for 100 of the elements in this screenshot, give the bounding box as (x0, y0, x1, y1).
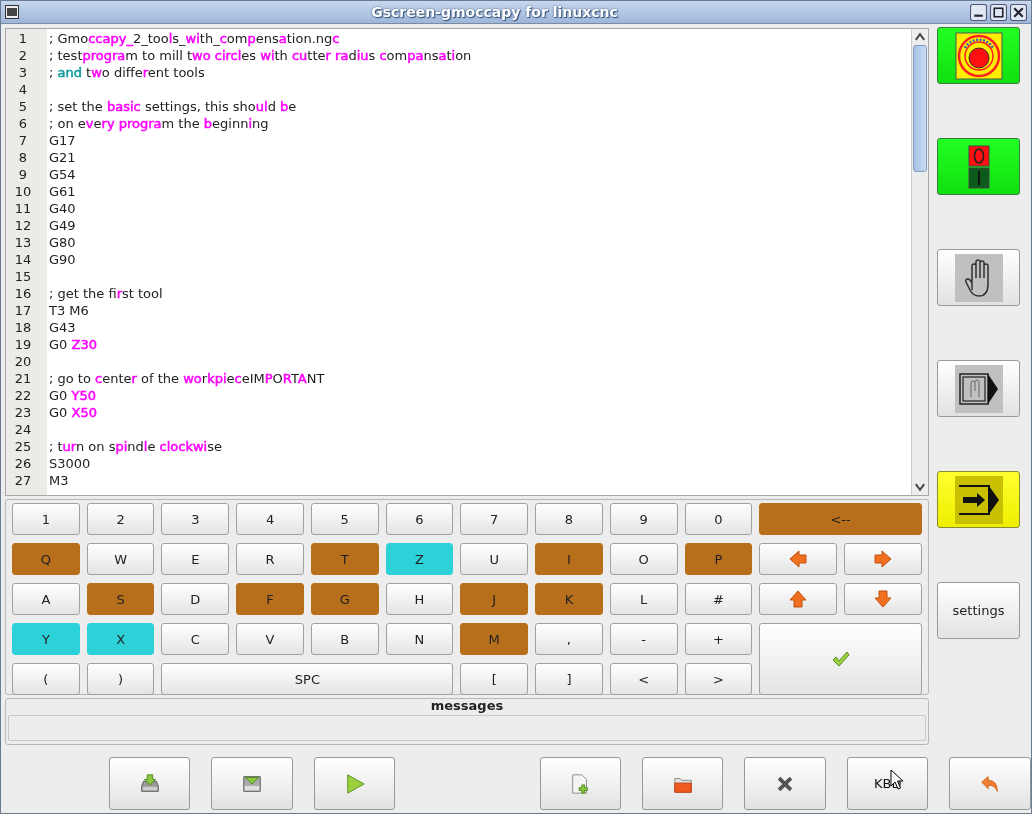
line-number: 6 (17, 116, 29, 131)
power-button[interactable] (937, 138, 1020, 195)
key-button[interactable]: P (684, 543, 753, 575)
key-button[interactable]: ) (86, 663, 155, 695)
window-title: Gscreen-gmoccapy for linuxcnc (370, 4, 619, 20)
key-button[interactable]: C (161, 623, 230, 655)
close-icon[interactable] (1010, 3, 1027, 21)
run-button[interactable] (313, 757, 396, 810)
key-button[interactable]: A (12, 583, 80, 615)
arrow-into-door-icon (954, 475, 1003, 524)
key-button[interactable]: F (236, 583, 304, 615)
key-button[interactable]: N (385, 623, 454, 655)
key-button[interactable]: 3 (161, 503, 230, 535)
key-button[interactable]: B (310, 623, 379, 655)
enter-key[interactable] (759, 623, 922, 695)
key-button[interactable]: S (86, 583, 155, 615)
scrollbar-thumb[interactable] (913, 45, 927, 172)
key-button[interactable]: 4 (236, 503, 304, 535)
new-file-button[interactable] (539, 757, 621, 810)
key-button[interactable]: D (161, 583, 230, 615)
key-button[interactable]: X (86, 623, 155, 655)
key-button[interactable]: ] (535, 663, 603, 695)
mdi-mode-button[interactable] (937, 360, 1020, 417)
key-button[interactable]: 9 (609, 503, 678, 535)
key-button[interactable]: < (609, 663, 678, 695)
key-button[interactable]: R (236, 543, 304, 575)
key-button[interactable]: E (161, 543, 230, 575)
code-line: ; go to center of the workpieceIMPORTANT (48, 371, 325, 386)
key-button[interactable]: H (385, 583, 454, 615)
key-button[interactable]: M (460, 623, 529, 655)
key-button[interactable]: K (535, 583, 603, 615)
line-number: 11 (13, 201, 33, 216)
code-line: G21 (48, 150, 76, 165)
line-number: 4 (17, 82, 29, 97)
key-button[interactable]: ( (12, 663, 80, 695)
minimize-icon[interactable] (970, 3, 987, 21)
key-button[interactable]: U (460, 543, 529, 575)
arrow-key[interactable] (844, 583, 922, 615)
key-button[interactable]: 2 (86, 503, 155, 535)
key-button[interactable]: 7 (460, 503, 529, 535)
emergency-stop-button[interactable] (937, 27, 1020, 84)
code-line: G0 Z30 (48, 337, 97, 352)
line-number: 10 (13, 184, 33, 199)
app-menu-icon[interactable] (5, 5, 19, 19)
maximize-icon[interactable] (990, 3, 1007, 21)
key-button[interactable]: + (684, 623, 753, 655)
key-button[interactable]: > (684, 663, 753, 695)
key-button[interactable]: [ (460, 663, 529, 695)
code-line: ; on every program the beginning (48, 116, 269, 131)
key-button[interactable]: V (236, 623, 304, 655)
key-button[interactable]: G (310, 583, 379, 615)
scrollbar[interactable] (911, 29, 928, 495)
line-number: 19 (13, 337, 33, 352)
load-button[interactable] (109, 757, 191, 810)
arrow-down-icon (873, 589, 894, 609)
code-line: G54 (48, 167, 76, 182)
key-button[interactable]: Z (385, 543, 454, 575)
emergency-stop-icon (954, 31, 1003, 80)
settings-button[interactable]: settings (937, 582, 1020, 639)
key-button[interactable]: - (609, 623, 678, 655)
key-button[interactable]: 0 (684, 503, 753, 535)
manual-mode-button[interactable] (937, 249, 1020, 306)
line-number: 22 (13, 388, 33, 403)
key-button[interactable]: I (535, 543, 603, 575)
arrow-key[interactable] (844, 543, 922, 575)
key-button[interactable]: L (609, 583, 678, 615)
close-button[interactable] (744, 757, 826, 810)
backspace-key[interactable]: <-- (759, 503, 922, 535)
line-number: 15 (13, 269, 33, 284)
code-line: ; Gmoccapy_2_tools_with_compensation.ngc (48, 31, 340, 46)
code-line: G80 (48, 235, 76, 250)
key-button[interactable]: SPC (161, 663, 454, 695)
code-line: G49 (48, 218, 76, 233)
code-line: ; testprogram to mill two circles with cutter radius compansation (48, 48, 472, 63)
line-number: 5 (17, 99, 29, 114)
key-button[interactable]: Y (12, 623, 80, 655)
arrow-key[interactable] (759, 543, 838, 575)
code-line: ; and two different tools (48, 65, 205, 80)
key-button[interactable]: 5 (310, 503, 379, 535)
line-number: 21 (13, 371, 33, 386)
save-button[interactable] (211, 757, 293, 810)
back-button[interactable] (949, 757, 1031, 810)
key-button[interactable]: O (609, 543, 678, 575)
key-button[interactable]: 1 (12, 503, 80, 535)
key-button[interactable]: T (310, 543, 379, 575)
key-button[interactable]: J (460, 583, 529, 615)
key-button[interactable]: 6 (385, 503, 454, 535)
key-button[interactable]: Q (12, 543, 80, 575)
key-button[interactable]: , (535, 623, 603, 655)
key-button[interactable]: 8 (535, 503, 603, 535)
code-line: M3 (48, 473, 69, 488)
key-button[interactable]: # (684, 583, 753, 615)
code-line: T3 M6 (48, 303, 89, 318)
auto-mode-button[interactable] (937, 471, 1020, 528)
key-button[interactable]: W (86, 543, 155, 575)
checkmark-icon (830, 649, 851, 669)
arrow-key[interactable] (759, 583, 838, 615)
open-file-button[interactable] (642, 757, 724, 810)
line-number: 12 (13, 218, 33, 233)
line-number: 18 (13, 320, 33, 335)
